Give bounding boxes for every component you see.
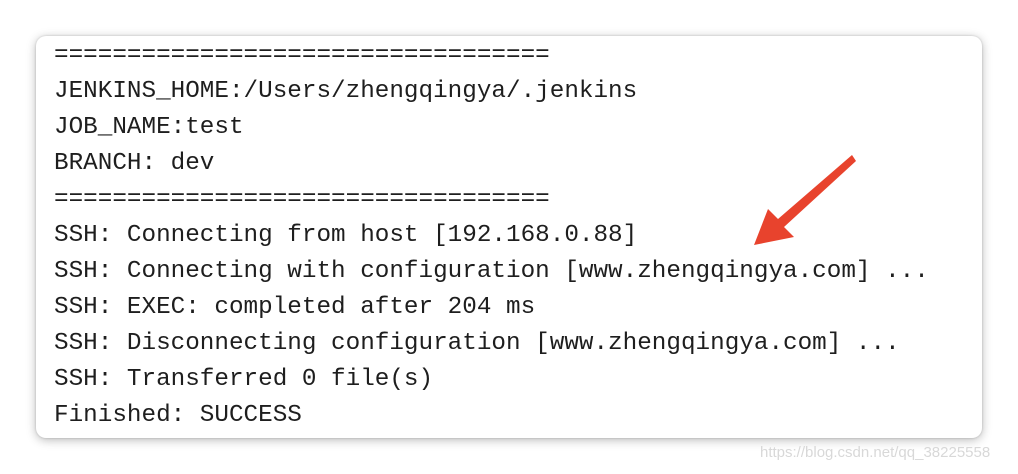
- console-line-jenkins-home: JENKINS_HOME:/Users/zhengqingya/.jenkins: [54, 78, 638, 105]
- screenshot-stage: ================================== JENKI…: [0, 0, 1018, 474]
- console-line-separator-top: ==================================: [54, 42, 550, 69]
- console-line-job-name: JOB_NAME:test: [54, 114, 244, 141]
- console-line-ssh-disconnect: SSH: Disconnecting configuration [www.zh…: [54, 330, 900, 357]
- console-line-ssh-exec: SSH: EXEC: completed after 204 ms: [54, 294, 536, 321]
- console-line-ssh-transferred: SSH: Transferred 0 file(s): [54, 366, 434, 393]
- arrow-pointer-icon: [754, 155, 856, 245]
- console-line-ssh-connect-config: SSH: Connecting with configuration [www.…: [54, 258, 929, 285]
- watermark-text: https://blog.csdn.net/qq_38225558: [760, 444, 991, 461]
- console-line-finished: Finished: SUCCESS: [54, 402, 302, 429]
